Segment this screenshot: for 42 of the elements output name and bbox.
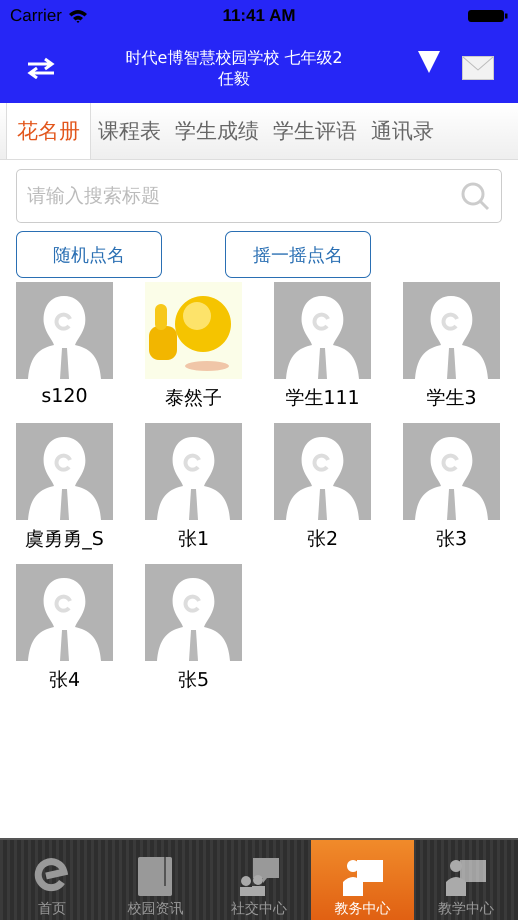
student-name: 虞勇勇_S	[25, 527, 104, 552]
default-avatar-icon[interactable]	[16, 282, 113, 379]
default-avatar-icon[interactable]	[16, 564, 113, 661]
student-name: 张1	[178, 527, 210, 552]
wifi-icon	[68, 9, 88, 23]
student-name: 学生3	[426, 386, 477, 411]
school-class-title: 时代e博智慧校园学校 七年级2	[125, 46, 343, 68]
default-avatar-icon[interactable]	[274, 423, 371, 520]
default-avatar-icon[interactable]	[16, 423, 113, 520]
student-name: 张2	[306, 527, 338, 552]
search-icon[interactable]	[460, 181, 490, 211]
student-name: 泰然子	[165, 386, 222, 411]
student-name: 张4	[48, 668, 80, 693]
teacher-name: 任毅	[218, 68, 250, 88]
section-tab[interactable]: 学生评语	[266, 103, 364, 159]
student-name: 学生111	[285, 386, 360, 411]
bottom-tab[interactable]: 首页	[0, 840, 104, 920]
search-field[interactable]: 请输入搜索标题	[16, 169, 502, 223]
swap-icon[interactable]	[26, 56, 56, 78]
bottom-tab[interactable]: 社交中心	[207, 840, 311, 920]
student-name: 张5	[178, 668, 210, 693]
default-avatar-icon[interactable]	[403, 282, 500, 379]
bottom-tab[interactable]: 教学中心	[414, 840, 518, 920]
student-name: s120	[41, 385, 88, 407]
default-avatar-icon[interactable]	[403, 423, 500, 520]
section-tab[interactable]: 通讯录	[364, 103, 441, 159]
clock-time: 11:41 AM	[222, 6, 296, 26]
section-tab[interactable]: 花名册	[6, 103, 91, 159]
mail-icon[interactable]	[462, 56, 494, 80]
carrier-label: Carrier	[10, 6, 62, 26]
section-tab[interactable]: 课程表	[91, 103, 168, 159]
default-avatar-icon[interactable]	[145, 423, 242, 520]
roll-call-button[interactable]: 摇一摇点名	[225, 231, 371, 278]
roll-call-button[interactable]: 随机点名	[16, 231, 162, 278]
bottom-tab[interactable]: 校园资讯	[104, 840, 208, 920]
battery-icon	[468, 9, 508, 23]
default-avatar-icon[interactable]	[145, 564, 242, 661]
section-tab[interactable]: 学生成绩	[168, 103, 266, 159]
student-name: 张3	[436, 527, 468, 552]
default-avatar-icon[interactable]	[274, 282, 371, 379]
bottom-tab[interactable]: 教务中心	[310, 840, 414, 920]
dropdown-triangle-icon[interactable]	[418, 50, 440, 72]
